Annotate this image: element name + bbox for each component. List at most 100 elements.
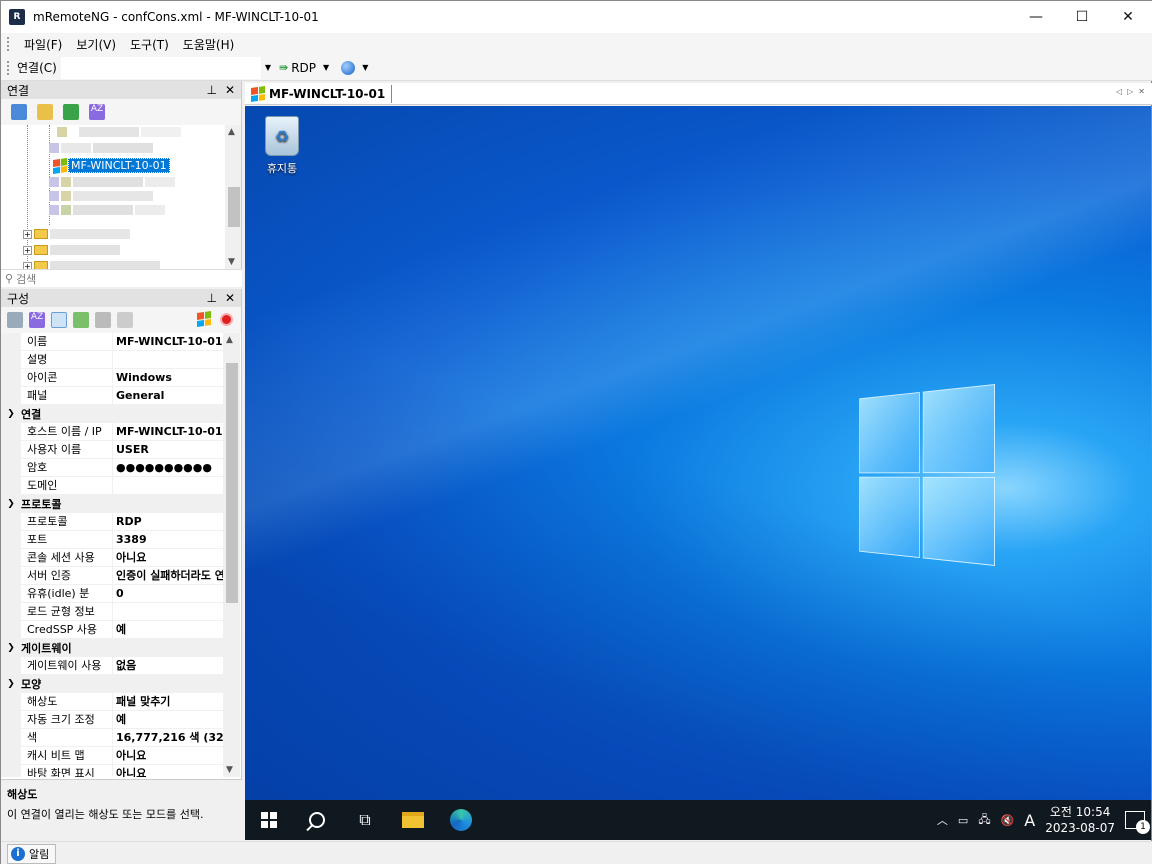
property-value[interactable] [113,477,223,494]
tree-node-selected[interactable]: MF-WINCLT-10-01 [53,157,170,174]
property-value[interactable]: 예 [113,621,223,638]
property-row[interactable]: 유휴(idle) 분0 [1,585,223,603]
property-row[interactable]: 프로토콜 RDP [1,513,223,531]
property-value[interactable] [113,603,223,620]
external-tools-button[interactable]: ▼ [337,60,376,75]
property-value[interactable]: 인증이 실패하더라도 연결 [113,567,223,584]
property-value[interactable]: 아니요 [113,765,223,777]
property-value[interactable]: ●●●●●●●●●● [113,459,223,476]
property-row[interactable]: 설명 [1,351,223,369]
battery-icon[interactable]: ▭ [958,814,968,827]
tree-folder-node[interactable]: + [23,245,120,255]
pin-icon[interactable]: ⊥ [206,83,216,97]
sort-az-icon[interactable]: AZ [29,312,45,328]
property-row[interactable]: 패널 General [1,387,223,405]
record-icon[interactable] [220,313,233,326]
tree-folder-node[interactable]: + [23,229,130,239]
chevron-down-icon[interactable]: ❯ [1,409,21,419]
file-explorer-button[interactable] [389,800,437,840]
inheritance-icon[interactable] [73,312,89,328]
connections-tree[interactable]: MF-WINCLT-10-01 + + + [1,125,226,269]
close-icon[interactable]: ✕ [225,83,235,97]
expand-all-icon[interactable] [63,104,79,120]
property-row[interactable]: 색16,777,216 색 (32 비트) [1,729,223,747]
property-value[interactable]: USER [113,441,223,458]
property-value[interactable]: General [113,387,223,404]
rdp-connect-button[interactable]: ⇛ RDP ▼ [275,61,337,75]
notification-center-icon[interactable]: 1 [1125,811,1150,834]
ime-indicator[interactable]: A [1024,811,1035,830]
expand-icon[interactable]: + [23,245,32,255]
edge-button[interactable] [437,800,485,840]
property-value[interactable]: Windows [113,369,223,386]
category-appearance[interactable]: ❯ 모양 [1,675,223,693]
chevron-down-icon[interactable]: ▼ [323,63,329,72]
categorized-icon[interactable] [7,312,23,328]
tab-close-icon[interactable]: ✕ [1138,87,1145,96]
category-connection[interactable]: ❯ 연결 [1,405,223,423]
property-value[interactable]: 3389 [113,531,223,548]
menu-file[interactable]: 파일(F) [17,36,69,53]
windows-icon[interactable] [197,311,211,327]
quick-connect-input[interactable] [60,56,261,79]
property-value[interactable]: 예 [113,711,223,728]
property-value[interactable]: 아니요 [113,549,223,566]
property-row[interactable]: 게이트웨이 사용 없음 [1,657,223,675]
close-icon[interactable]: ✕ [225,291,235,305]
tree-folder-node[interactable]: + [23,261,160,269]
close-button[interactable]: ✕ [1105,1,1151,33]
property-value[interactable]: RDP [113,513,223,530]
chevron-down-icon[interactable]: ▼ [265,63,271,72]
chevron-down-icon[interactable]: ❯ [1,499,21,509]
remote-desktop-view[interactable]: ♻ 휴지통 ⧉ ︿ ▭ 🖧 🔇 A 오전 10:54 2023-08-07 1 [245,106,1151,840]
category-gateway[interactable]: ❯ 게이트웨이 [1,639,223,657]
new-connection-icon[interactable] [11,104,27,120]
property-value[interactable] [113,351,223,368]
toolbar-grip[interactable] [7,60,11,75]
chevron-up-icon[interactable]: ︿ [937,812,948,828]
property-value[interactable]: 0 [113,585,223,602]
property-row[interactable]: 호스트 이름 / IP MF-WINCLT-10-01 [1,423,223,441]
chevron-down-icon[interactable]: ❯ [1,643,21,653]
start-button[interactable] [245,800,293,840]
property-value[interactable]: 없음 [113,657,223,674]
property-row[interactable]: 로드 균형 정보 [1,603,223,621]
minimize-button[interactable]: — [1013,1,1059,33]
pin-icon[interactable]: ⊥ [206,291,216,305]
property-row[interactable]: CredSSP 사용 예 [1,621,223,639]
menu-help[interactable]: 도움말(H) [176,36,242,53]
toolbar-grip[interactable] [7,37,11,51]
new-folder-icon[interactable] [37,104,53,120]
property-row[interactable]: 자동 크기 조정 예 [1,711,223,729]
expand-icon[interactable]: + [23,229,32,239]
property-value[interactable]: 아니요 [113,747,223,764]
scroll-down-icon[interactable]: ▼ [228,257,235,267]
tree-scrollbar[interactable]: ▲ ▼ [225,125,241,269]
tab-prev-icon[interactable]: ◁ [1116,87,1122,96]
network-icon[interactable]: 🖧 [978,811,990,830]
property-scrollbar[interactable]: ▲ ▼ [223,333,240,777]
tab-next-icon[interactable]: ▷ [1127,87,1133,96]
taskbar-clock[interactable]: 오전 10:54 2023-08-07 [1045,804,1115,836]
menu-view[interactable]: 보기(V) [69,36,123,53]
connections-search[interactable]: ⚲ 검색 [1,269,242,287]
property-grid[interactable]: 이름 MF-WINCLT-10-01 설명 아이콘 Windows 패널 Genera… [1,333,223,777]
maximize-button[interactable]: ☐ [1059,1,1105,33]
tab-mf-winclt-10-01[interactable]: MF-WINCLT-10-01 [245,84,393,103]
property-row[interactable]: 해상도 패널 맞추기 [1,693,223,711]
property-row[interactable]: 콘솔 세션 사용 아니요 [1,549,223,567]
property-value[interactable]: 16,777,216 색 (32 비트) [113,729,223,746]
alerts-tab[interactable]: i 알림 [7,843,57,864]
property-row[interactable]: 사용자 이름 USER [1,441,223,459]
category-protocol[interactable]: ❯ 프로토콜 [1,495,223,513]
chevron-down-icon[interactable]: ▼ [362,63,368,72]
search-button[interactable] [293,800,341,840]
scroll-down-icon[interactable]: ▼ [226,765,233,775]
expand-icon[interactable]: + [23,261,32,269]
menu-tools[interactable]: 도구(T) [123,36,176,53]
recycle-bin-desktop-icon[interactable]: ♻ 휴지통 [257,116,307,176]
default-inheritance-icon[interactable] [117,312,133,328]
scroll-up-icon[interactable]: ▲ [226,335,233,345]
scroll-thumb[interactable] [228,187,240,227]
property-row[interactable]: 포트 3389 [1,531,223,549]
